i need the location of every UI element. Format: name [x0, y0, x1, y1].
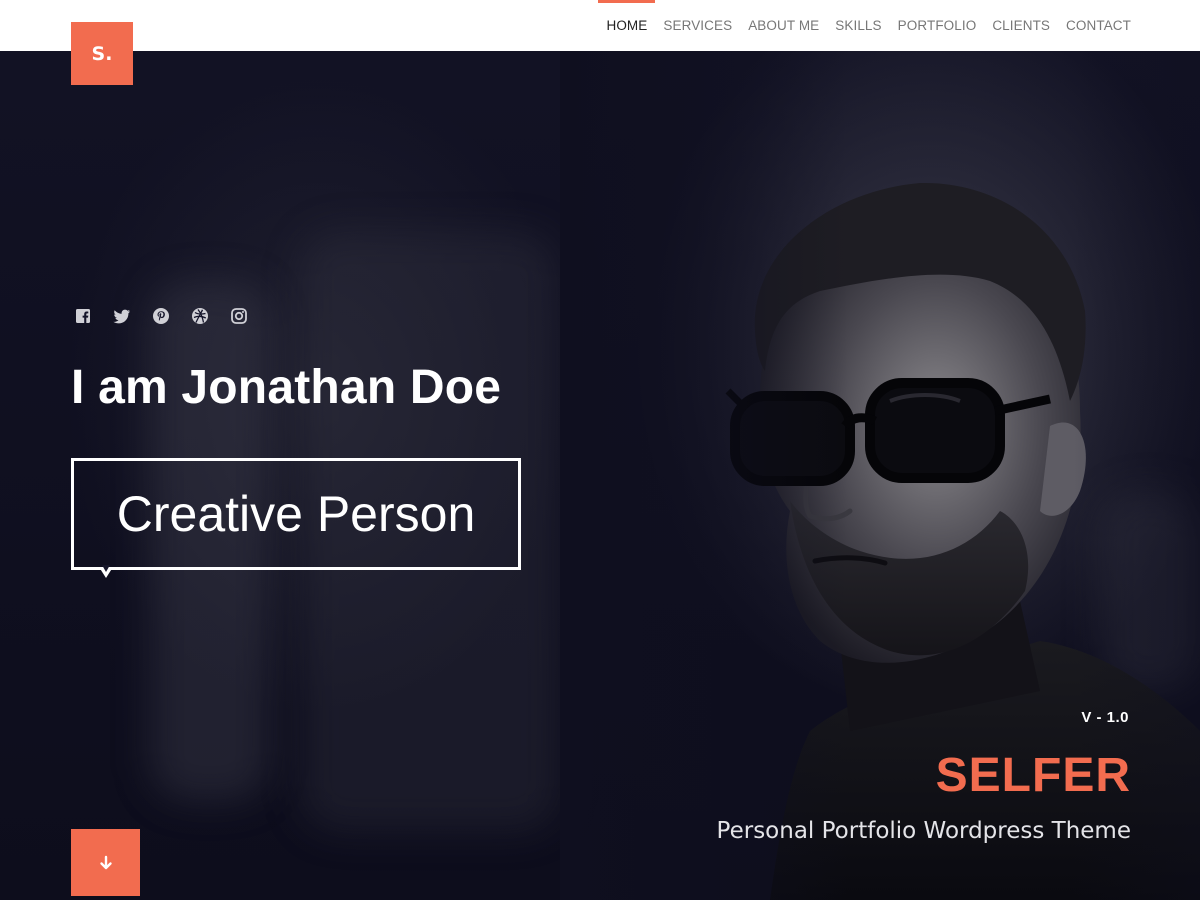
role-speech-box: Creative Person	[71, 458, 521, 570]
nav-item-contact[interactable]: CONTACT	[1058, 0, 1139, 51]
social-links	[74, 307, 248, 325]
nav-item-portfolio[interactable]: PORTFOLIO	[890, 0, 985, 51]
role-text: Creative Person	[116, 486, 476, 542]
nav-item-clients[interactable]: CLIENTS	[984, 0, 1058, 51]
facebook-icon[interactable]	[74, 307, 92, 325]
nav-item-home[interactable]: HOME	[598, 0, 656, 51]
pinterest-icon[interactable]	[152, 307, 170, 325]
dribbble-icon[interactable]	[191, 307, 209, 325]
theme-title: SELFER	[935, 749, 1131, 802]
instagram-icon[interactable]	[230, 307, 248, 325]
arrow-down-icon	[99, 855, 112, 869]
scroll-down-button[interactable]	[71, 829, 140, 896]
version-label: V - 1.0	[1081, 709, 1129, 726]
speech-box-tail	[99, 565, 113, 578]
theme-tagline: Personal Portfolio Wordpress Theme	[716, 818, 1131, 844]
nav-item-about-me[interactable]: ABOUT ME	[740, 0, 827, 51]
top-navigation-bar: HOME SERVICES ABOUT ME SKILLS PORTFOLIO …	[0, 0, 1200, 51]
nav-item-skills[interactable]: SKILLS	[827, 0, 889, 51]
main-nav: HOME SERVICES ABOUT ME SKILLS PORTFOLIO …	[598, 0, 1139, 51]
nav-item-services[interactable]: SERVICES	[655, 0, 740, 51]
site-logo[interactable]: S.	[71, 22, 133, 85]
twitter-icon[interactable]	[113, 307, 131, 325]
hero-headline: I am Jonathan Doe	[71, 361, 502, 414]
